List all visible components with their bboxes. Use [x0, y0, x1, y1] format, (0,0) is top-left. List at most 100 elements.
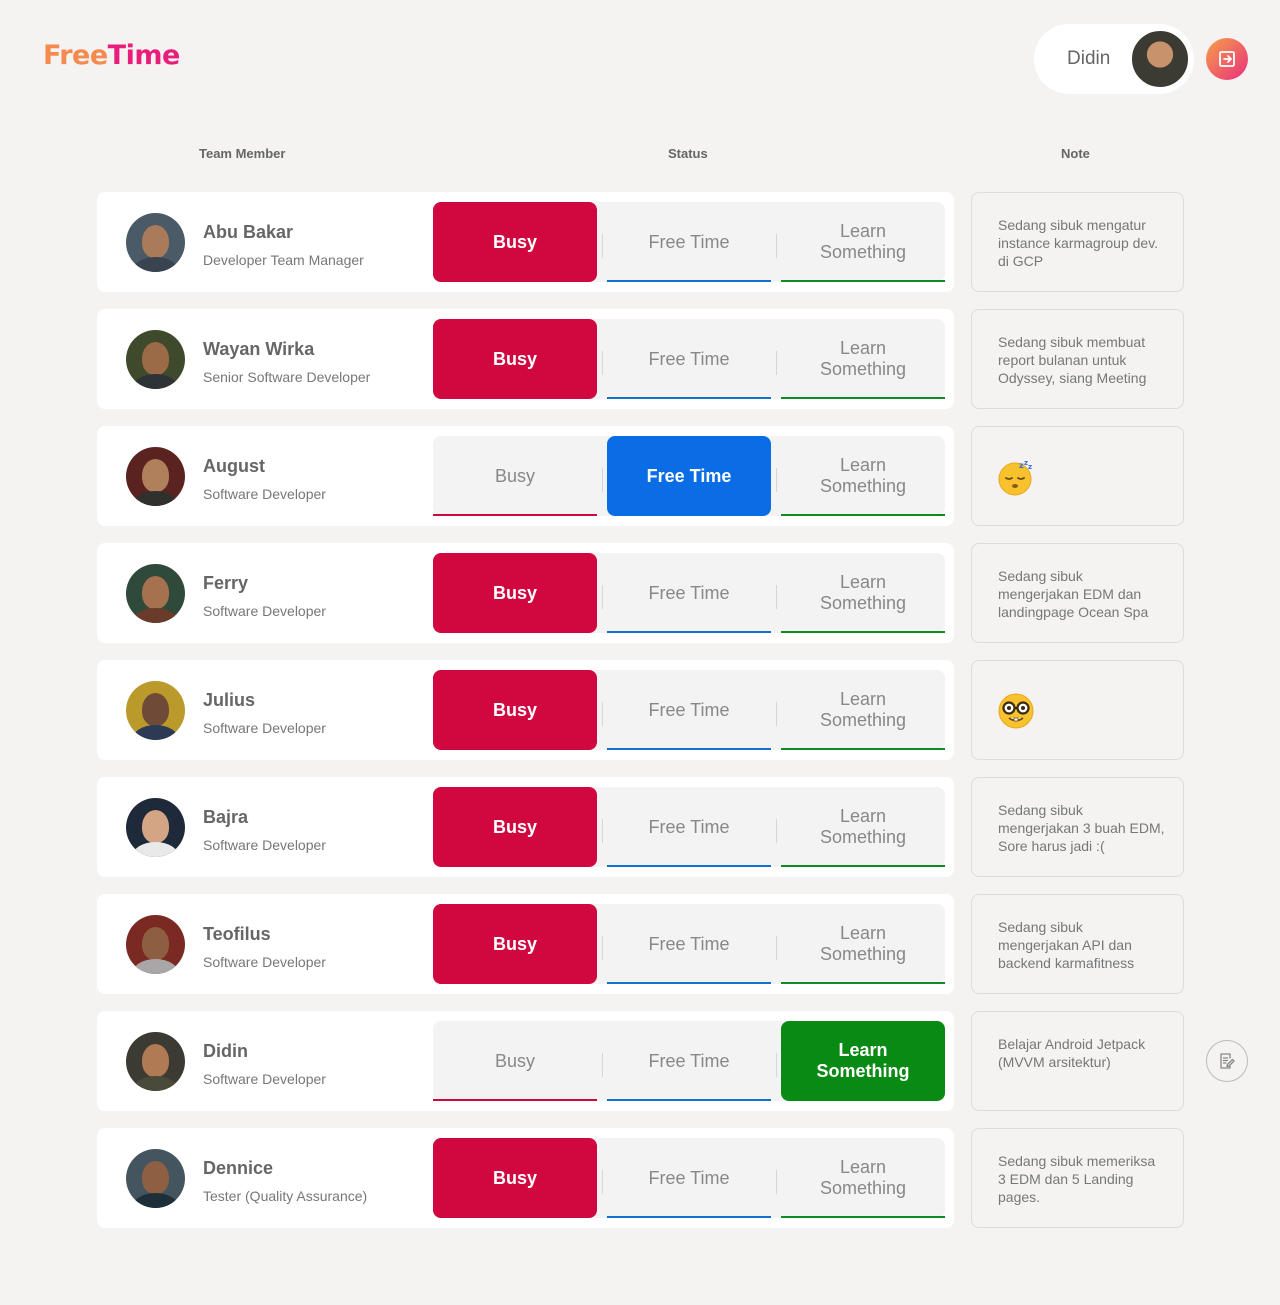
member-role: Developer Team Manager [203, 252, 364, 268]
logo-word-free: Free [43, 40, 108, 71]
app-logo: FreeTime [43, 40, 180, 71]
status-option-busy[interactable]: Busy [433, 670, 597, 750]
status-option-learn-something[interactable]: Learn Something [781, 436, 945, 516]
member-role: Senior Software Developer [203, 369, 371, 385]
member-role: Software Developer [203, 837, 326, 853]
member-note-text: Sedang sibuk mengatur instance karmagrou… [998, 217, 1159, 269]
status-selector: Busy Free Time Learn Something [433, 1021, 945, 1101]
member-note [971, 660, 1184, 760]
member-name: Teofilus [203, 924, 271, 944]
member-note-text: Sedang sibuk membuat report bulanan untu… [998, 334, 1147, 386]
status-selector: Busy Free Time Learn Something [433, 553, 945, 633]
member-name: Abu Bakar [203, 222, 294, 242]
status-option-busy[interactable]: Busy [433, 553, 597, 633]
status-option-label: Free Time [648, 699, 730, 720]
status-option-label: Busy [492, 1167, 537, 1188]
current-user-pill[interactable]: Didin [1034, 24, 1194, 94]
status-option-label: Learn Something [819, 1157, 907, 1198]
status-option-label: Busy [492, 348, 537, 369]
status-option-label: Busy [492, 582, 537, 603]
status-divider [602, 1170, 603, 1194]
member-row: Bajra Software Developer Busy Free Time … [97, 777, 954, 877]
status-option-label: Free Time [648, 348, 730, 369]
status-divider [602, 936, 603, 960]
member-avatar [126, 564, 185, 623]
sleeping-face-icon: z z z [998, 459, 1032, 496]
status-option-label: Learn Something [819, 806, 907, 847]
status-selector: Busy Free Time Learn Something [433, 670, 945, 750]
status-option-busy[interactable]: Busy [433, 1138, 597, 1218]
member-name: Didin [203, 1041, 248, 1061]
status-selector: Busy Free Time Learn Something [433, 1138, 945, 1218]
current-user-name: Didin [1067, 48, 1111, 69]
status-divider [776, 819, 777, 843]
member-name: Dennice [203, 1158, 274, 1178]
status-option-free-time[interactable]: Free Time [607, 787, 771, 867]
logo-word-time: Time [107, 40, 181, 71]
status-option-free-time[interactable]: Free Time [607, 553, 771, 633]
status-option-free-time[interactable]: Free Time [607, 670, 771, 750]
status-divider [602, 234, 603, 258]
member-row: Didin Software Developer Busy Free Time … [97, 1011, 954, 1111]
status-option-learn-something[interactable]: Learn Something [781, 787, 945, 867]
member-name: Wayan Wirka [203, 339, 315, 359]
status-divider [602, 351, 603, 375]
member-row: Wayan Wirka Senior Software Developer Bu… [97, 309, 954, 409]
member-note: Sedang sibuk mengerjakan API dan backend… [971, 894, 1184, 994]
status-divider [776, 936, 777, 960]
status-option-learn-something[interactable]: Learn Something [781, 202, 945, 282]
status-selector: Busy Free Time Learn Something [433, 436, 945, 516]
member-note-text: Sedang sibuk memeriksa 3 EDM dan 5 Landi… [998, 1153, 1156, 1205]
edit-note-button[interactable] [1206, 1040, 1248, 1082]
current-user-avatar [1129, 28, 1191, 90]
logout-button[interactable] [1206, 38, 1248, 80]
status-option-label: Learn Something [819, 923, 907, 964]
svg-text:z: z [1028, 463, 1032, 471]
status-option-learn-something[interactable]: Learn Something [781, 553, 945, 633]
status-divider [776, 1170, 777, 1194]
member-role: Software Developer [203, 1071, 326, 1087]
status-option-busy[interactable]: Busy [433, 787, 597, 867]
status-option-label: Learn Something [819, 689, 907, 730]
status-option-learn-something[interactable]: Learn Something [781, 670, 945, 750]
status-option-free-time[interactable]: Free Time [607, 202, 771, 282]
status-option-busy[interactable]: Busy [433, 1021, 597, 1101]
status-option-free-time[interactable]: Free Time [607, 1021, 771, 1101]
member-name: Bajra [203, 807, 249, 827]
member-note: Sedang sibuk mengerjakan 3 buah EDM, Sor… [971, 777, 1184, 877]
column-header-member: Team Member [199, 146, 286, 161]
member-row: Teofilus Software Developer Busy Free Ti… [97, 894, 954, 994]
status-option-busy[interactable]: Busy [433, 202, 597, 282]
status-selector: Busy Free Time Learn Something [433, 202, 945, 282]
status-option-busy[interactable]: Busy [433, 904, 597, 984]
status-selector: Busy Free Time Learn Something [433, 787, 945, 867]
member-avatar [126, 915, 185, 974]
status-option-free-time[interactable]: Free Time [607, 436, 771, 516]
member-avatar [126, 213, 185, 272]
status-option-free-time[interactable]: Free Time [607, 904, 771, 984]
status-option-label: Learn Something [819, 455, 907, 496]
member-row: Dennice Tester (Quality Assurance) Busy … [97, 1128, 954, 1228]
member-role: Tester (Quality Assurance) [203, 1188, 368, 1204]
status-divider [602, 468, 603, 492]
status-option-busy[interactable]: Busy [433, 319, 597, 399]
status-option-free-time[interactable]: Free Time [607, 1138, 771, 1218]
member-name: Ferry [203, 573, 249, 593]
status-selector: Busy Free Time Learn Something [433, 319, 945, 399]
status-option-busy[interactable]: Busy [433, 436, 597, 516]
status-option-label: Learn Something [819, 338, 907, 379]
status-option-learn-something[interactable]: Learn Something [781, 1138, 945, 1218]
status-divider [602, 819, 603, 843]
member-note-text: Belajar Android Jetpack (MVVM arsitektur… [998, 1036, 1146, 1070]
status-option-label: Busy [494, 1050, 536, 1071]
status-divider [776, 1053, 777, 1077]
status-option-learn-something[interactable]: Learn Something [781, 319, 945, 399]
status-selector: Busy Free Time Learn Something [433, 904, 945, 984]
status-option-free-time[interactable]: Free Time [607, 319, 771, 399]
member-note: Sedang sibuk mengatur instance karmagrou… [971, 192, 1184, 292]
status-option-learn-something[interactable]: Learn Something [781, 904, 945, 984]
member-avatar [126, 447, 185, 506]
status-option-label: Free Time [648, 1167, 730, 1188]
status-option-learn-something[interactable]: Learn Something [781, 1021, 945, 1101]
member-avatar [126, 1032, 185, 1091]
